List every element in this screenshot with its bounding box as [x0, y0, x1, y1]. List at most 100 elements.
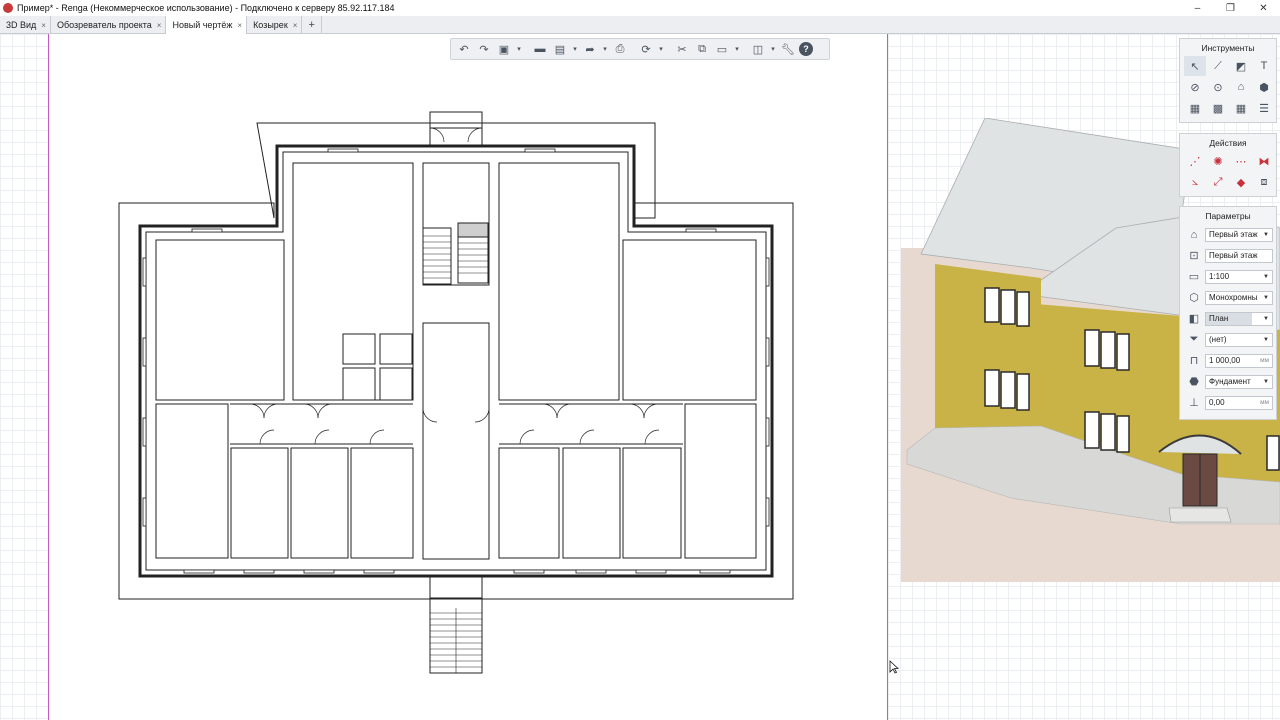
cut-level-select[interactable]: Фундамент ▼ [1205, 374, 1273, 389]
angle-icon[interactable]: ⦣ [1184, 172, 1206, 192]
axis-icon[interactable]: ⌂ [1230, 77, 1252, 97]
param-cut-level: ⬣ Фундамент ▼ [1180, 371, 1276, 392]
line-icon[interactable]: ⟋ [1207, 56, 1229, 76]
room-upper-right-a [498, 162, 620, 401]
room-lower-left-2 [230, 447, 289, 559]
chevron-down-icon: ▼ [1263, 273, 1269, 280]
redo-icon[interactable]: ↷ [475, 40, 493, 58]
reference-icon[interactable]: ⧈ [1253, 172, 1275, 192]
room-upper-left-a [155, 239, 285, 401]
chevron-down-icon[interactable]: ▾ [515, 40, 523, 58]
view-type-select[interactable]: План ▼ [1205, 311, 1273, 326]
grid-table-icon[interactable]: ▦ [1230, 98, 1252, 118]
restore-button[interactable]: ❐ [1214, 3, 1247, 14]
tab-close-icon[interactable]: × [157, 21, 162, 30]
building-inner-wall [145, 151, 767, 571]
layers-icon[interactable]: ◫ [749, 40, 767, 58]
tab-new-drawing[interactable]: Новый чертёж × [166, 16, 248, 34]
style-select[interactable]: Монохромны ▼ [1205, 290, 1273, 305]
paste-icon[interactable]: ▭ [713, 40, 731, 58]
chevron-down-icon: ▼ [1263, 231, 1269, 238]
wc-block-3 [342, 367, 376, 401]
orbit-icon[interactable]: ⟳ [637, 40, 655, 58]
save-icon[interactable]: ▤ [551, 40, 569, 58]
tab-close-icon[interactable]: × [41, 21, 46, 30]
parameters-panel: Параметры ⌂ Первый этаж ▼ ⊡ Первый этаж ▭… [1179, 206, 1277, 420]
name-icon: ⊡ [1189, 250, 1199, 262]
wrench-icon[interactable]: 🔧︎ [779, 40, 797, 58]
param-filter: ⏷ (нет) ▼ [1180, 329, 1276, 350]
depth-input[interactable]: 0,00 мм [1205, 395, 1273, 410]
chevron-down-icon: ▼ [1263, 378, 1269, 385]
copy-array-icon[interactable]: ⋯ [1230, 151, 1252, 171]
scale-icon[interactable]: ⤢ [1207, 172, 1229, 192]
chevron-down-icon: ▼ [1263, 336, 1269, 343]
open-folder-icon[interactable]: ▬ [531, 40, 549, 58]
parameters-panel-title: Параметры [1205, 211, 1251, 221]
table-icon[interactable]: ▩ [1207, 98, 1229, 118]
undo-icon[interactable]: ↶ [455, 40, 473, 58]
mirror-icon[interactable]: ⧓ [1253, 151, 1275, 171]
room-lower-left-4 [350, 447, 414, 559]
move-icon[interactable]: ⋰ [1184, 151, 1206, 171]
filter-icon: ⏷ [1189, 333, 1199, 345]
param-view-type: ◧ План ▼ [1180, 308, 1276, 329]
name-input[interactable]: Первый этаж [1205, 248, 1273, 263]
view-icon[interactable]: ⬢ [1253, 77, 1275, 97]
chevron-down-icon: ▼ [1263, 294, 1269, 301]
plan-icon: ◧ [1188, 313, 1200, 325]
close-window-button[interactable]: ✕ [1247, 3, 1280, 14]
cut-icon[interactable]: ✂ [673, 40, 691, 58]
scale-ruler-icon: ▭ [1188, 271, 1200, 283]
level-mark-icon[interactable]: ⊙ [1207, 77, 1229, 97]
tab-canopy[interactable]: Козырек × [247, 16, 303, 34]
level-icon: ⌂ [1190, 228, 1198, 241]
chevron-down-icon[interactable]: ▾ [733, 40, 741, 58]
tab-label: Новый чертёж [172, 20, 233, 30]
hatch-icon[interactable]: ◩ [1230, 56, 1252, 76]
elevation-input[interactable]: 1 000,00 мм [1205, 353, 1273, 368]
level-select[interactable]: Первый этаж ▼ [1205, 227, 1273, 242]
floor-plan-view[interactable] [110, 108, 800, 678]
document-tabs: 3D Вид × Обозреватель проекта × Новый черт… [0, 16, 1280, 34]
actions-panel-title: Действия [1209, 138, 1247, 148]
stamp-icon[interactable]: ▦ [1184, 98, 1206, 118]
tab-3d-view[interactable]: 3D Вид × [0, 16, 51, 34]
print-icon[interactable]: ⎙ [611, 40, 629, 58]
tab-project-browser[interactable]: Обозреватель проекта × [51, 16, 167, 34]
scale-select[interactable]: 1:100 ▼ [1205, 269, 1273, 284]
param-elevation: ⊓ 1 000,00 мм [1180, 350, 1276, 371]
copy-icon[interactable]: ⧉ [693, 40, 711, 58]
bottom-entrance [429, 575, 483, 599]
wc-block-4 [379, 367, 413, 401]
param-scale: ▭ 1:100 ▼ [1180, 266, 1276, 287]
minimize-button[interactable]: – [1181, 3, 1214, 14]
export-icon[interactable]: ➦ [581, 40, 599, 58]
chevron-down-icon[interactable]: ▾ [769, 40, 777, 58]
room-lower-right-3 [622, 447, 682, 559]
top-vestibule [429, 111, 483, 147]
tab-close-icon[interactable]: × [293, 21, 298, 30]
help-icon[interactable]: ? [799, 42, 813, 56]
filter-select[interactable]: (нет) ▼ [1205, 332, 1273, 347]
select-icon[interactable]: ↖ [1184, 56, 1206, 76]
tab-label: Козырек [253, 20, 288, 30]
chevron-down-icon[interactable]: ▾ [571, 40, 579, 58]
dimension-icon[interactable]: ⊘ [1184, 77, 1206, 97]
text-icon[interactable]: T [1253, 56, 1275, 76]
style-icon: ⬡ [1189, 292, 1199, 304]
tab-close-icon[interactable]: × [237, 21, 242, 30]
chevron-down-icon[interactable]: ▾ [657, 40, 665, 58]
list-icon[interactable]: ☰ [1253, 98, 1275, 118]
add-tab-button[interactable]: + [302, 16, 322, 34]
cube-icon[interactable]: ▣ [495, 40, 513, 58]
depth-icon: ⊥ [1189, 397, 1199, 409]
chevron-down-icon[interactable]: ▾ [601, 40, 609, 58]
room-lower-left-3 [290, 447, 349, 559]
rotate-icon[interactable]: ✺ [1207, 151, 1229, 171]
delete-icon[interactable]: ◆ [1230, 172, 1252, 192]
room-lower-right-4 [684, 403, 757, 559]
blind-area-outline [118, 122, 794, 600]
chevron-down-icon: ▼ [1263, 315, 1269, 322]
stair-flight-left [422, 227, 452, 285]
